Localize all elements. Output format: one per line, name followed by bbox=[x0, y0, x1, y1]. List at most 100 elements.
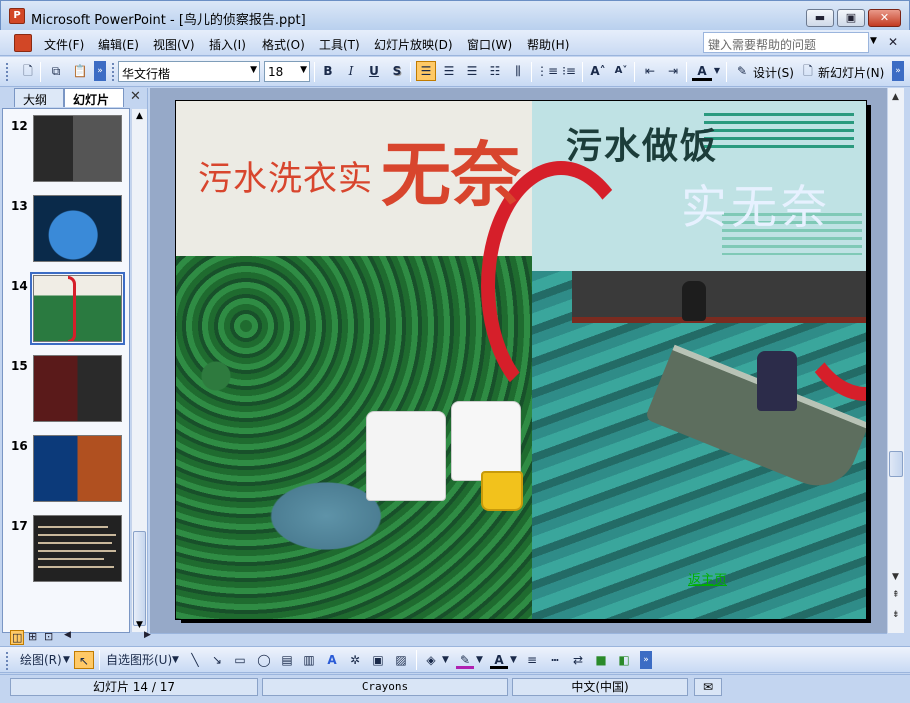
chevron-down-icon[interactable]: ▼ bbox=[476, 651, 483, 669]
tab-slides[interactable]: 幻灯片 bbox=[64, 88, 124, 107]
minimize-button[interactable]: ▬ bbox=[806, 9, 834, 27]
wordart-icon[interactable]: A bbox=[323, 651, 341, 669]
italic-button[interactable]: I bbox=[341, 61, 361, 81]
select-objects-icon[interactable]: ↖ bbox=[74, 651, 94, 669]
new-document-icon[interactable]: 🗋 bbox=[18, 61, 38, 81]
pane-close-icon[interactable]: ✕ bbox=[130, 89, 141, 104]
help-question-input[interactable]: 键入需要帮助的问题 bbox=[703, 32, 869, 53]
scroll-thumb[interactable] bbox=[133, 531, 146, 626]
menu-file[interactable]: 文件(F) bbox=[44, 36, 84, 53]
slide-left-title[interactable]: 污水洗衣实 bbox=[198, 151, 373, 200]
slide-thumbnail-12[interactable] bbox=[33, 115, 122, 182]
scroll-thumb[interactable] bbox=[889, 451, 903, 477]
arrow-icon[interactable]: ↘ bbox=[209, 651, 225, 669]
slide-thumbnail-16[interactable] bbox=[33, 435, 122, 502]
decrease-indent-icon[interactable]: ⇤ bbox=[640, 61, 660, 81]
toolbar-options-icon[interactable]: » bbox=[892, 61, 904, 81]
increase-font-icon[interactable]: A˄ bbox=[588, 61, 608, 81]
previous-slide-icon[interactable]: ⇞ bbox=[892, 590, 900, 600]
font-color-icon[interactable]: A bbox=[692, 61, 712, 81]
shadow-style-icon[interactable]: ■ bbox=[592, 651, 610, 669]
slide-canvas[interactable]: 污水洗衣实 无奈 污水做饭 实无奈 返主页 bbox=[175, 100, 867, 620]
menu-edit[interactable]: 编辑(E) bbox=[98, 36, 139, 53]
slide-horizontal-scrollbar[interactable] bbox=[150, 633, 887, 644]
design-button[interactable]: 设计(S) bbox=[753, 64, 794, 81]
scroll-left-icon[interactable]: ◀ bbox=[64, 630, 71, 640]
insert-picture-icon[interactable]: ▨ bbox=[392, 651, 410, 669]
menu-tools[interactable]: 工具(T) bbox=[319, 36, 360, 53]
scroll-down-icon[interactable]: ▼ bbox=[892, 572, 899, 582]
slide-thumbnail-13[interactable] bbox=[33, 195, 122, 262]
autoshapes-button[interactable]: 自选图形(U) bbox=[106, 651, 172, 669]
slide-thumbnail-14[interactable] bbox=[30, 272, 125, 345]
clipart-icon[interactable]: ▣ bbox=[369, 651, 387, 669]
font-color-icon[interactable]: A bbox=[490, 651, 508, 669]
paste-icon[interactable]: 📋 bbox=[70, 61, 90, 81]
font-size-select[interactable]: 18 ▼ bbox=[264, 61, 310, 82]
line-color-icon[interactable]: ✎ bbox=[456, 651, 474, 669]
slide-right-subtitle[interactable]: 实无奈 bbox=[681, 171, 831, 237]
powerpoint-app-icon[interactable]: P bbox=[9, 8, 25, 24]
spelling-check-icon[interactable]: ✉ bbox=[694, 678, 722, 696]
close-button[interactable]: ✕ bbox=[868, 9, 901, 27]
toolbar-options-icon[interactable]: » bbox=[640, 651, 652, 669]
chevron-down-icon[interactable]: ▼ bbox=[172, 651, 179, 669]
slide-sorter-view-icon[interactable]: ⊞ bbox=[28, 630, 37, 643]
slide-right-title[interactable]: 污水做饭 bbox=[566, 117, 718, 169]
vertical-textbox-icon[interactable]: ▥ bbox=[300, 651, 318, 669]
text-direction-icon[interactable]: ⫼ bbox=[508, 61, 528, 81]
menu-format[interactable]: 格式(O) bbox=[262, 36, 305, 53]
font-name-select[interactable]: 华文行楷 ▼ bbox=[118, 61, 260, 82]
chevron-down-icon[interactable]: ▼ bbox=[510, 651, 517, 669]
underline-button[interactable]: U bbox=[364, 61, 384, 81]
scroll-down-icon[interactable]: ▼ bbox=[136, 620, 143, 630]
align-center-icon[interactable]: ☰ bbox=[439, 61, 459, 81]
3d-style-icon[interactable]: ◧ bbox=[615, 651, 633, 669]
bold-button[interactable]: B bbox=[318, 61, 338, 81]
numbering-icon[interactable]: ⋮≡ bbox=[536, 61, 558, 81]
line-icon[interactable]: ╲ bbox=[187, 651, 203, 669]
oval-icon[interactable]: ◯ bbox=[255, 651, 273, 669]
normal-view-icon[interactable]: ◫ bbox=[10, 630, 25, 645]
scroll-up-icon[interactable]: ▲ bbox=[136, 111, 143, 121]
slide-thumbnail-15[interactable] bbox=[33, 355, 122, 422]
copy-icon[interactable]: ⧉ bbox=[46, 61, 66, 81]
document-close-icon[interactable]: ✕ bbox=[888, 35, 898, 49]
slide-left-title-emphasis[interactable]: 无奈 bbox=[381, 119, 521, 220]
menu-view[interactable]: 视图(V) bbox=[153, 36, 195, 53]
menu-insert[interactable]: 插入(I) bbox=[209, 36, 246, 53]
document-icon[interactable] bbox=[14, 34, 32, 52]
toolbar-options-icon[interactable]: » bbox=[94, 61, 106, 81]
menu-slideshow[interactable]: 幻灯片放映(D) bbox=[374, 36, 453, 53]
bullets-icon[interactable]: ⁝≡ bbox=[559, 61, 579, 81]
line-style-icon[interactable]: ≡ bbox=[523, 651, 541, 669]
chevron-down-icon[interactable]: ▼ bbox=[712, 61, 722, 81]
toolbar-grip[interactable] bbox=[6, 652, 9, 670]
increase-indent-icon[interactable]: ⇥ bbox=[663, 61, 683, 81]
back-to-home-link[interactable]: 返主页 bbox=[688, 569, 727, 588]
help-dropdown-icon[interactable]: ▼ bbox=[870, 36, 880, 46]
chevron-down-icon[interactable]: ▼ bbox=[63, 651, 70, 669]
dash-style-icon[interactable]: ┅ bbox=[546, 651, 564, 669]
slide-vertical-scrollbar[interactable]: ▲ ▼ ⇞ ⇟ bbox=[887, 88, 904, 633]
new-slide-button[interactable]: 新幻灯片(N) bbox=[818, 64, 884, 81]
align-right-icon[interactable]: ☰ bbox=[462, 61, 482, 81]
pane-scrollbar[interactable]: ▲ ▼ bbox=[131, 109, 147, 632]
menu-window[interactable]: 窗口(W) bbox=[467, 36, 512, 53]
fill-color-icon[interactable]: ◈ bbox=[422, 651, 440, 669]
textbox-icon[interactable]: ▤ bbox=[278, 651, 296, 669]
chevron-down-icon[interactable]: ▼ bbox=[442, 651, 449, 669]
slideshow-view-icon[interactable]: ⊡ bbox=[44, 630, 53, 643]
draw-menu-button[interactable]: 绘图(R) bbox=[20, 651, 62, 669]
distribute-icon[interactable]: ☷ bbox=[485, 61, 505, 81]
toolbar-grip[interactable] bbox=[112, 63, 115, 81]
slide-thumbnail-17[interactable] bbox=[33, 515, 122, 582]
scroll-right-icon[interactable]: ▶ bbox=[144, 630, 151, 640]
shadow-button[interactable]: S bbox=[387, 61, 407, 81]
decrease-font-icon[interactable]: A˅ bbox=[611, 61, 631, 81]
toolbar-grip[interactable] bbox=[6, 63, 9, 81]
design-icon[interactable]: ✎ bbox=[732, 61, 752, 81]
tab-outline[interactable]: 大纲 bbox=[14, 88, 64, 107]
menu-help[interactable]: 帮助(H) bbox=[527, 36, 569, 53]
maximize-button[interactable]: ▣ bbox=[837, 9, 865, 27]
